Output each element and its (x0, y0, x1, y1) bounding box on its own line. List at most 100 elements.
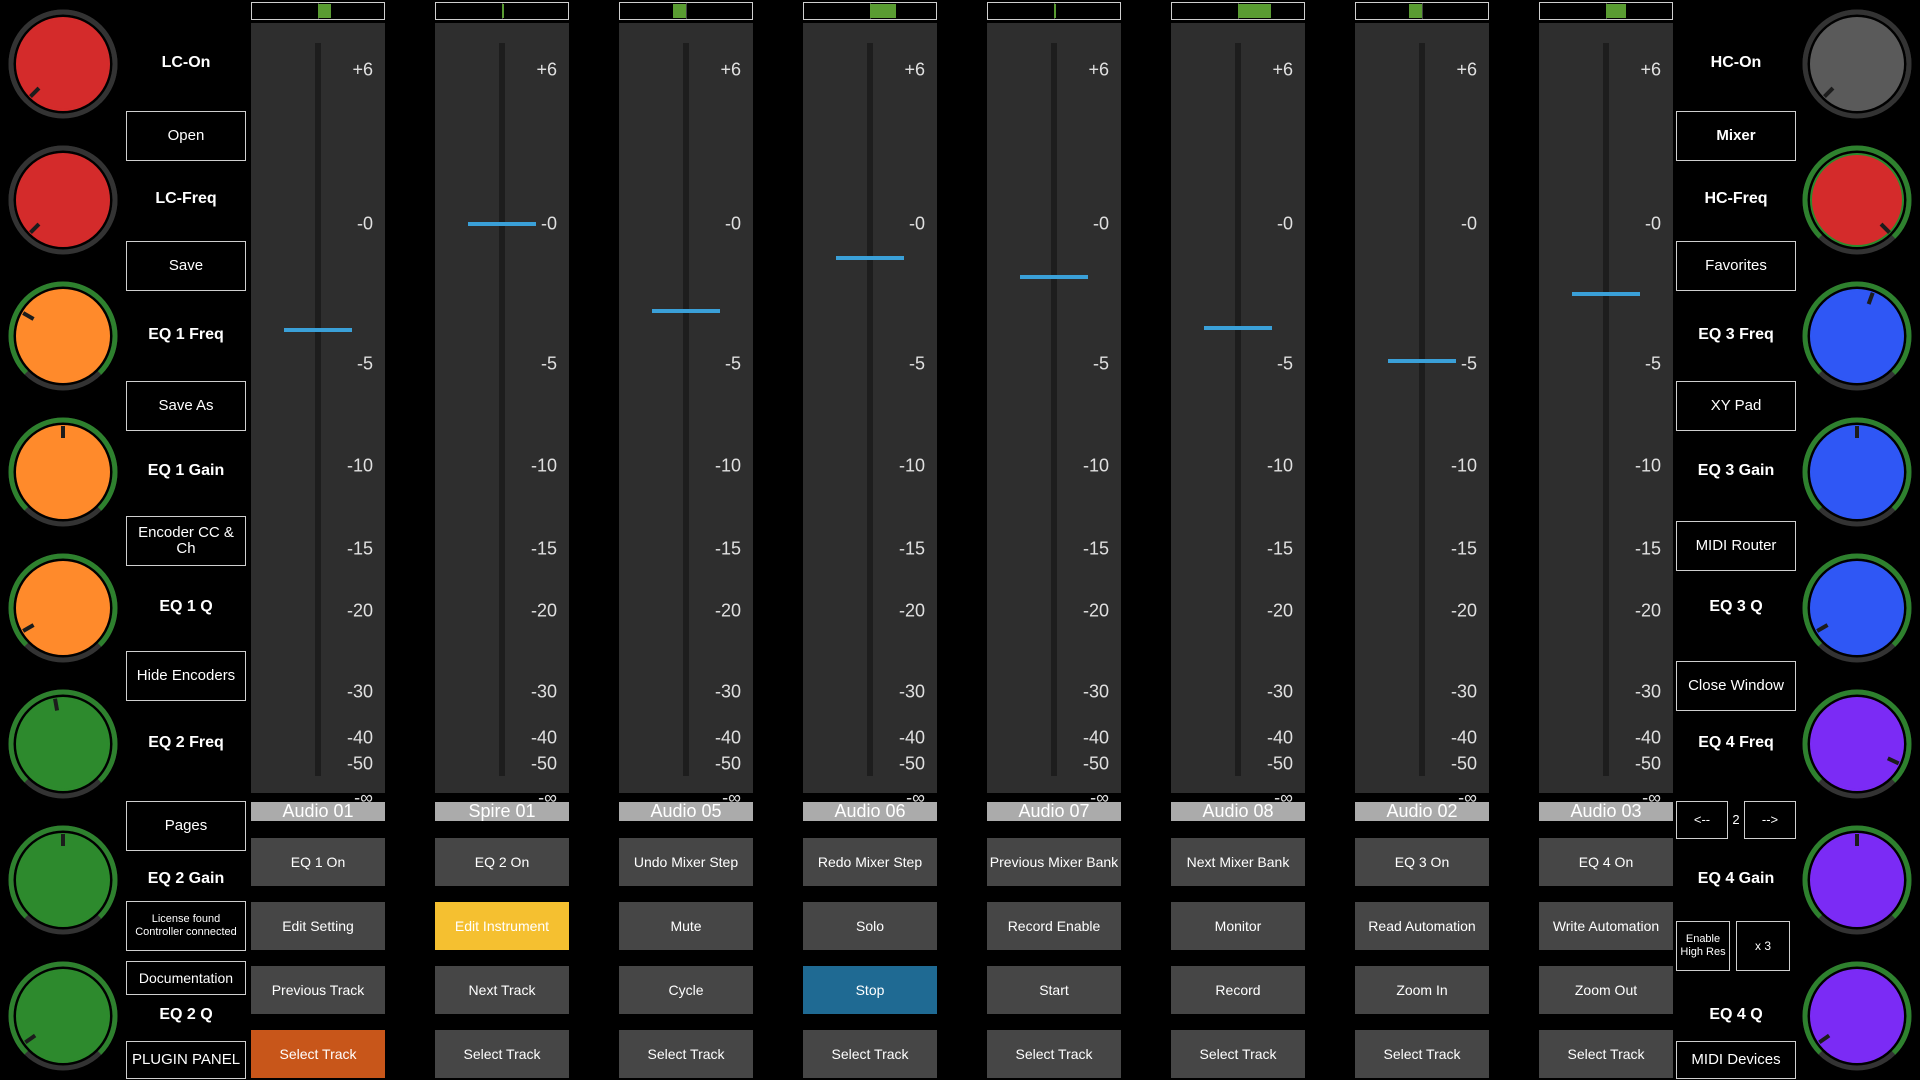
fader-handle[interactable] (1020, 275, 1088, 280)
left-knob-4[interactable] (6, 415, 120, 529)
multiplier-button[interactable]: x 3 (1736, 921, 1790, 971)
fader-handle[interactable] (468, 222, 536, 226)
fader-scale-label: -5 (1644, 353, 1661, 374)
function-button[interactable]: EQ 4 On (1539, 838, 1673, 886)
transport-button[interactable]: Zoom In (1355, 966, 1489, 1014)
page-next-button[interactable]: --> (1744, 801, 1796, 839)
right-knob-6[interactable] (1800, 687, 1914, 801)
transport-button[interactable]: Next Track (435, 966, 569, 1014)
left-knob-6[interactable] (6, 687, 120, 801)
encoder-cc-channel-button[interactable]: Encoder CC & Ch (126, 516, 246, 566)
transport-button[interactable]: Start (987, 966, 1121, 1014)
volume-fader[interactable]: +6 -0 -5 -10 -15 -20 -30 -40 -50 -∞ (987, 23, 1121, 808)
page-prev-button[interactable]: <-- (1676, 801, 1728, 839)
fader-scale-label: +6 (720, 59, 741, 80)
select-track-button[interactable]: Select Track (987, 1030, 1121, 1078)
xy-pad-button[interactable]: XY Pad (1676, 381, 1796, 431)
mode-button[interactable]: Record Enable (987, 902, 1121, 950)
transport-button[interactable]: Zoom Out (1539, 966, 1673, 1014)
mode-button[interactable]: Write Automation (1539, 902, 1673, 950)
select-track-button[interactable]: Select Track (251, 1030, 385, 1078)
volume-fader[interactable]: +6 -0 -5 -10 -15 -20 -30 -40 -50 -∞ (251, 23, 385, 808)
fader-scale-label: -0 (540, 213, 557, 234)
select-track-button[interactable]: Select Track (435, 1030, 569, 1078)
save-as-button[interactable]: Save As (126, 381, 246, 431)
function-button[interactable]: Previous Mixer Bank (987, 838, 1121, 886)
select-track-button[interactable]: Select Track (803, 1030, 937, 1078)
left-knob-5[interactable] (6, 551, 120, 665)
plugin-panel-button[interactable]: PLUGIN PANEL (126, 1041, 246, 1079)
volume-fader[interactable]: +6 -0 -5 -10 -15 -20 -30 -40 -50 -∞ (619, 23, 753, 808)
enable-high-res-button[interactable]: Enable High Res (1676, 921, 1730, 971)
function-button[interactable]: Next Mixer Bank (1171, 838, 1305, 886)
right-knob-label: HC-On (1710, 54, 1762, 71)
pages-button[interactable]: Pages (126, 801, 246, 851)
mode-button[interactable]: Edit Setting (251, 902, 385, 950)
left-knob-8[interactable] (6, 959, 120, 1073)
fader-scale-label: -20 (898, 600, 925, 621)
transport-button[interactable]: Previous Track (251, 966, 385, 1014)
left-knob-3[interactable] (6, 279, 120, 393)
fader-track (1235, 43, 1241, 776)
fader-scale-label: +6 (1456, 59, 1477, 80)
close-window-button[interactable]: Close Window (1676, 661, 1796, 711)
fader-handle[interactable] (1388, 359, 1456, 364)
mode-button[interactable]: Mute (619, 902, 753, 950)
fader-scale-label: -10 (1082, 455, 1109, 476)
function-button[interactable]: EQ 1 On (251, 838, 385, 886)
mixer-button[interactable]: Mixer (1676, 111, 1796, 161)
midi-router-button[interactable]: MIDI Router (1676, 521, 1796, 571)
transport-button[interactable]: Cycle (619, 966, 753, 1014)
volume-fader[interactable]: +6 -0 -5 -10 -15 -20 -30 -40 -50 -∞ (435, 23, 569, 808)
track-name: Audio 05 (619, 802, 753, 821)
fader-scale-label: -30 (898, 681, 925, 702)
meter-center-tick (1422, 3, 1423, 19)
right-knob-1[interactable] (1800, 7, 1914, 121)
fader-handle[interactable] (836, 255, 904, 260)
select-track-button[interactable]: Select Track (1171, 1030, 1305, 1078)
function-button[interactable]: EQ 3 On (1355, 838, 1489, 886)
fader-scale-label: -30 (1266, 681, 1293, 702)
select-track-button[interactable]: Select Track (1355, 1030, 1489, 1078)
fader-scale-label: -50 (1634, 753, 1661, 774)
select-track-button[interactable]: Select Track (619, 1030, 753, 1078)
right-knob-7[interactable] (1800, 823, 1914, 937)
volume-fader[interactable]: +6 -0 -5 -10 -15 -20 -30 -40 -50 -∞ (1171, 23, 1305, 808)
transport-button[interactable]: Stop (803, 966, 937, 1014)
right-knob-8[interactable] (1800, 959, 1914, 1073)
right-knob-5[interactable] (1800, 551, 1914, 665)
level-meter (435, 2, 569, 20)
level-meter (251, 2, 385, 20)
mode-button[interactable]: Read Automation (1355, 902, 1489, 950)
function-button[interactable]: Redo Mixer Step (803, 838, 937, 886)
function-button[interactable]: EQ 2 On (435, 838, 569, 886)
fader-handle[interactable] (652, 308, 720, 313)
volume-fader[interactable]: +6 -0 -5 -10 -15 -20 -30 -40 -50 -∞ (1355, 23, 1489, 808)
left-knob-1[interactable] (6, 7, 120, 121)
fader-handle[interactable] (284, 328, 352, 333)
favorites-button[interactable]: Favorites (1676, 241, 1796, 291)
volume-fader[interactable]: +6 -0 -5 -10 -15 -20 -30 -40 -50 -∞ (803, 23, 937, 808)
hide-encoders-button[interactable]: Hide Encoders (126, 651, 246, 701)
save-button[interactable]: Save (126, 241, 246, 291)
fader-scale-label: -15 (346, 538, 373, 559)
midi-devices-button[interactable]: MIDI Devices (1676, 1041, 1796, 1079)
left-knob-7[interactable] (6, 823, 120, 937)
fader-handle[interactable] (1572, 292, 1640, 296)
mode-button[interactable]: Monitor (1171, 902, 1305, 950)
documentation-button[interactable]: Documentation (126, 961, 246, 995)
fader-scale-label: +6 (536, 59, 557, 80)
volume-fader[interactable]: +6 -0 -5 -10 -15 -20 -30 -40 -50 -∞ (1539, 23, 1673, 808)
function-button[interactable]: Undo Mixer Step (619, 838, 753, 886)
transport-button[interactable]: Record (1171, 966, 1305, 1014)
fader-handle[interactable] (1204, 325, 1272, 330)
left-knob-2[interactable] (6, 143, 120, 257)
right-knob-2[interactable] (1800, 143, 1914, 257)
fader-scale-label: -10 (346, 455, 373, 476)
right-knob-4[interactable] (1800, 415, 1914, 529)
mode-button[interactable]: Edit Instrument (435, 902, 569, 950)
open-button[interactable]: Open (126, 111, 246, 161)
select-track-button[interactable]: Select Track (1539, 1030, 1673, 1078)
mode-button[interactable]: Solo (803, 902, 937, 950)
right-knob-3[interactable] (1800, 279, 1914, 393)
